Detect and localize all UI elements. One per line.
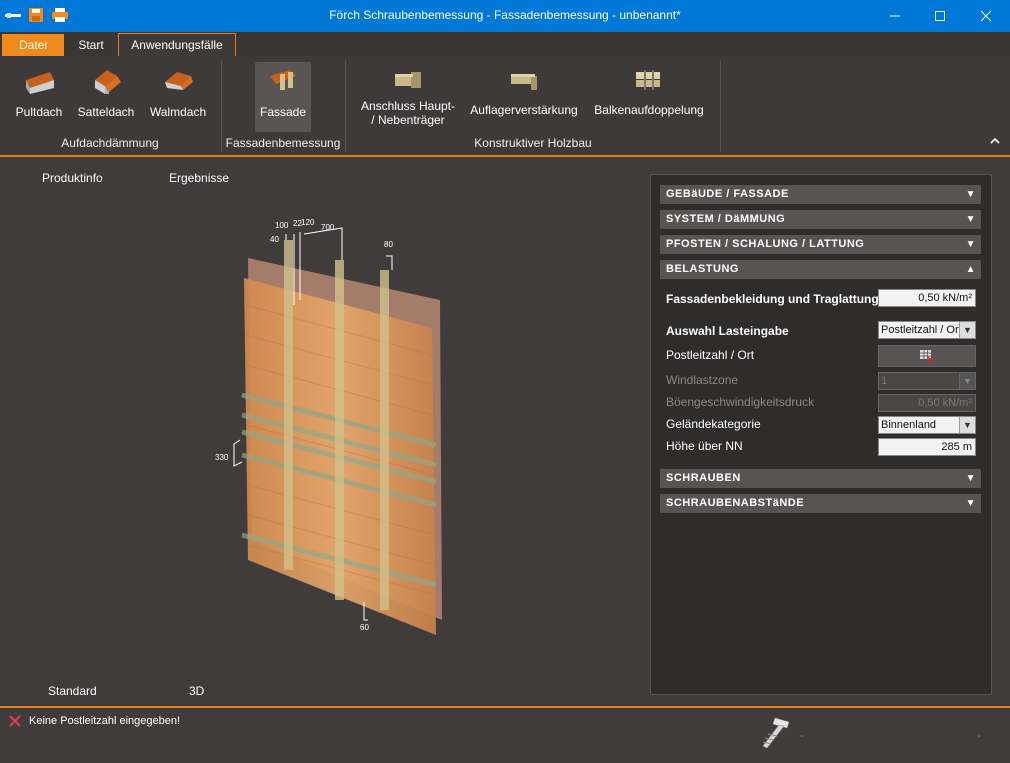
dim-label: 40 (270, 235, 279, 244)
chevron-down-icon: ▼ (965, 473, 976, 484)
dim-label: 80 (384, 240, 393, 249)
group-label-fassade: Fassadenbemessung (225, 136, 341, 150)
dim-label: 100 (275, 221, 289, 230)
ergebnisse-link[interactable]: Ergebnisse (169, 171, 229, 185)
section-title: SYSTEM / DäMMUNG (666, 213, 786, 225)
balkenaufdoppelung-label: Balkenaufdoppelung (594, 103, 704, 117)
chevron-up-icon: ▲ (965, 264, 976, 275)
section-schraubenabstaende[interactable]: SCHRAUBENABSTäNDE ▼ (660, 494, 981, 513)
tab-datei[interactable]: Datei (2, 34, 64, 56)
status-bar: Keine Postleitzahl eingegeben! - - (0, 706, 1010, 763)
section-title: SCHRAUBENABSTäNDE (666, 497, 805, 509)
chevron-down-icon: ▼ (965, 189, 976, 200)
properties-panel: GEBäUDE / FASSADE ▼ SYSTEM / DäMMUNG ▼ PFO… (650, 174, 992, 695)
anschluss-label-1: Anschluss Haupt- (360, 99, 456, 113)
section-title: BELASTUNG (666, 263, 739, 275)
collapse-ribbon-icon[interactable] (988, 134, 1002, 148)
chevron-down-icon: ▼ (959, 417, 975, 433)
status-value-1: - (800, 728, 804, 742)
produktinfo-link[interactable]: Produktinfo (42, 171, 103, 185)
group-label-aufdach: Aufdachdämmung (61, 136, 159, 150)
gelaendekategorie-label: Geländekategorie (666, 417, 761, 431)
windlastzone-select[interactable]: 1 ▼ (878, 372, 976, 390)
dim-label: 700 (321, 223, 335, 232)
hoehe-label: Höhe über NN (666, 439, 743, 453)
standard-view-button[interactable]: Standard (48, 684, 97, 698)
facade-3d-view[interactable]: 100 22 120 700 40 80 330 60 (200, 210, 460, 640)
title-bar: Förch Schraubenbemessung - Fassadenbemes… (0, 0, 1010, 32)
section-title: GEBäUDE / FASSADE (666, 188, 789, 200)
close-button[interactable] (963, 0, 1009, 32)
auflager-label: Auflagerverstärkung (470, 103, 578, 117)
satteldach-label: Satteldach (77, 105, 135, 119)
gelaendekategorie-value: Binnenland (881, 419, 937, 431)
grid-picker-icon (920, 350, 934, 362)
auswahl-lasteingabe-value: Postleitzahl / Ort (881, 324, 962, 336)
postleitzahl-picker-button[interactable] (878, 345, 976, 367)
auswahl-lasteingabe-label: Auswahl Lasteingabe (666, 324, 789, 338)
walmdach-icon (165, 72, 193, 90)
auflager-button[interactable]: Auflagerverstärkung (468, 62, 580, 132)
dim-label: 330 (215, 453, 229, 462)
ribbon: Pultdach Satteldach Walmdach Aufdachdämm… (0, 56, 1010, 157)
section-system[interactable]: SYSTEM / DäMMUNG ▼ (660, 210, 981, 229)
gelaendekategorie-select[interactable]: Binnenland ▼ (878, 416, 976, 434)
dim-label: 60 (360, 623, 369, 632)
chevron-down-icon: ▼ (959, 322, 975, 338)
minimize-button[interactable] (872, 0, 918, 32)
windlastzone-label: Windlastzone (666, 373, 739, 387)
screw-icon (762, 717, 790, 749)
windlastzone-value: 1 (881, 375, 888, 387)
walmdach-button[interactable]: Walmdach (144, 62, 212, 132)
anschluss-label-2: / Nebenträger (371, 113, 445, 127)
section-pfosten[interactable]: PFOSTEN / SCHALUNG / LATTUNG ▼ (660, 235, 981, 254)
tab-anwendungsfaelle[interactable]: Anwendungsfälle (118, 33, 236, 56)
tab-start[interactable]: Start (68, 34, 114, 56)
pultdach-label: Pultdach (15, 105, 63, 119)
status-value-2: - (977, 728, 981, 742)
satteldach-button[interactable]: Satteldach (72, 62, 140, 132)
chevron-down-icon: ▼ (965, 214, 976, 225)
auflager-icon (511, 74, 537, 90)
fassadenbekleidung-label: Fassadenbekleidung und Traglattung (666, 292, 879, 306)
fassade-button[interactable]: Fassade (255, 62, 311, 132)
anschluss-icon (395, 72, 421, 88)
window-title: Förch Schraubenbemessung - Fassadenbemes… (329, 8, 681, 22)
balkenaufdoppelung-button[interactable]: Balkenaufdoppelung (590, 62, 708, 132)
section-title: SCHRAUBEN (666, 472, 741, 484)
balkenaufdoppelung-icon (636, 70, 660, 90)
chevron-down-icon: ▼ (965, 239, 976, 250)
fassade-icon (270, 70, 296, 90)
section-schrauben[interactable]: SCHRAUBEN ▼ (660, 469, 981, 488)
section-belastung[interactable]: BELASTUNG ▲ (660, 260, 981, 279)
group-label-konstruktiv: Konstruktiver Holzbau (474, 136, 592, 150)
pultdach-icon (26, 72, 54, 94)
satteldach-icon (95, 70, 121, 94)
hoehe-input[interactable]: 285 m (878, 438, 976, 456)
boeengeschwindigkeitsdruck-label: Böengeschwindigkeitsdruck (666, 395, 815, 409)
fassadenbekleidung-input[interactable]: 0,50 kN/m² (878, 289, 976, 307)
maximize-button[interactable] (917, 0, 963, 32)
fassade-label: Fassade (259, 105, 307, 119)
anschluss-button[interactable]: Anschluss Haupt- / Nebenträger (356, 62, 460, 136)
status-message: Keine Postleitzahl eingegeben! (29, 715, 181, 727)
pultdach-button[interactable]: Pultdach (8, 62, 70, 132)
postleitzahl-label: Postleitzahl / Ort (666, 348, 755, 362)
section-gebaeude[interactable]: GEBäUDE / FASSADE ▼ (660, 185, 981, 204)
boeengeschwindigkeitsdruck-input[interactable]: 0,50 kN/m² (878, 394, 976, 412)
error-icon (9, 715, 21, 727)
dim-label: 120 (301, 218, 315, 227)
chevron-down-icon: ▼ (959, 373, 975, 389)
auswahl-lasteingabe-select[interactable]: Postleitzahl / Ort ▼ (878, 321, 976, 339)
3d-view-button[interactable]: 3D (189, 684, 204, 698)
walmdach-label: Walmdach (149, 105, 207, 119)
chevron-down-icon: ▼ (965, 498, 976, 509)
ribbon-divider (720, 60, 721, 152)
section-title: PFOSTEN / SCHALUNG / LATTUNG (666, 238, 865, 250)
